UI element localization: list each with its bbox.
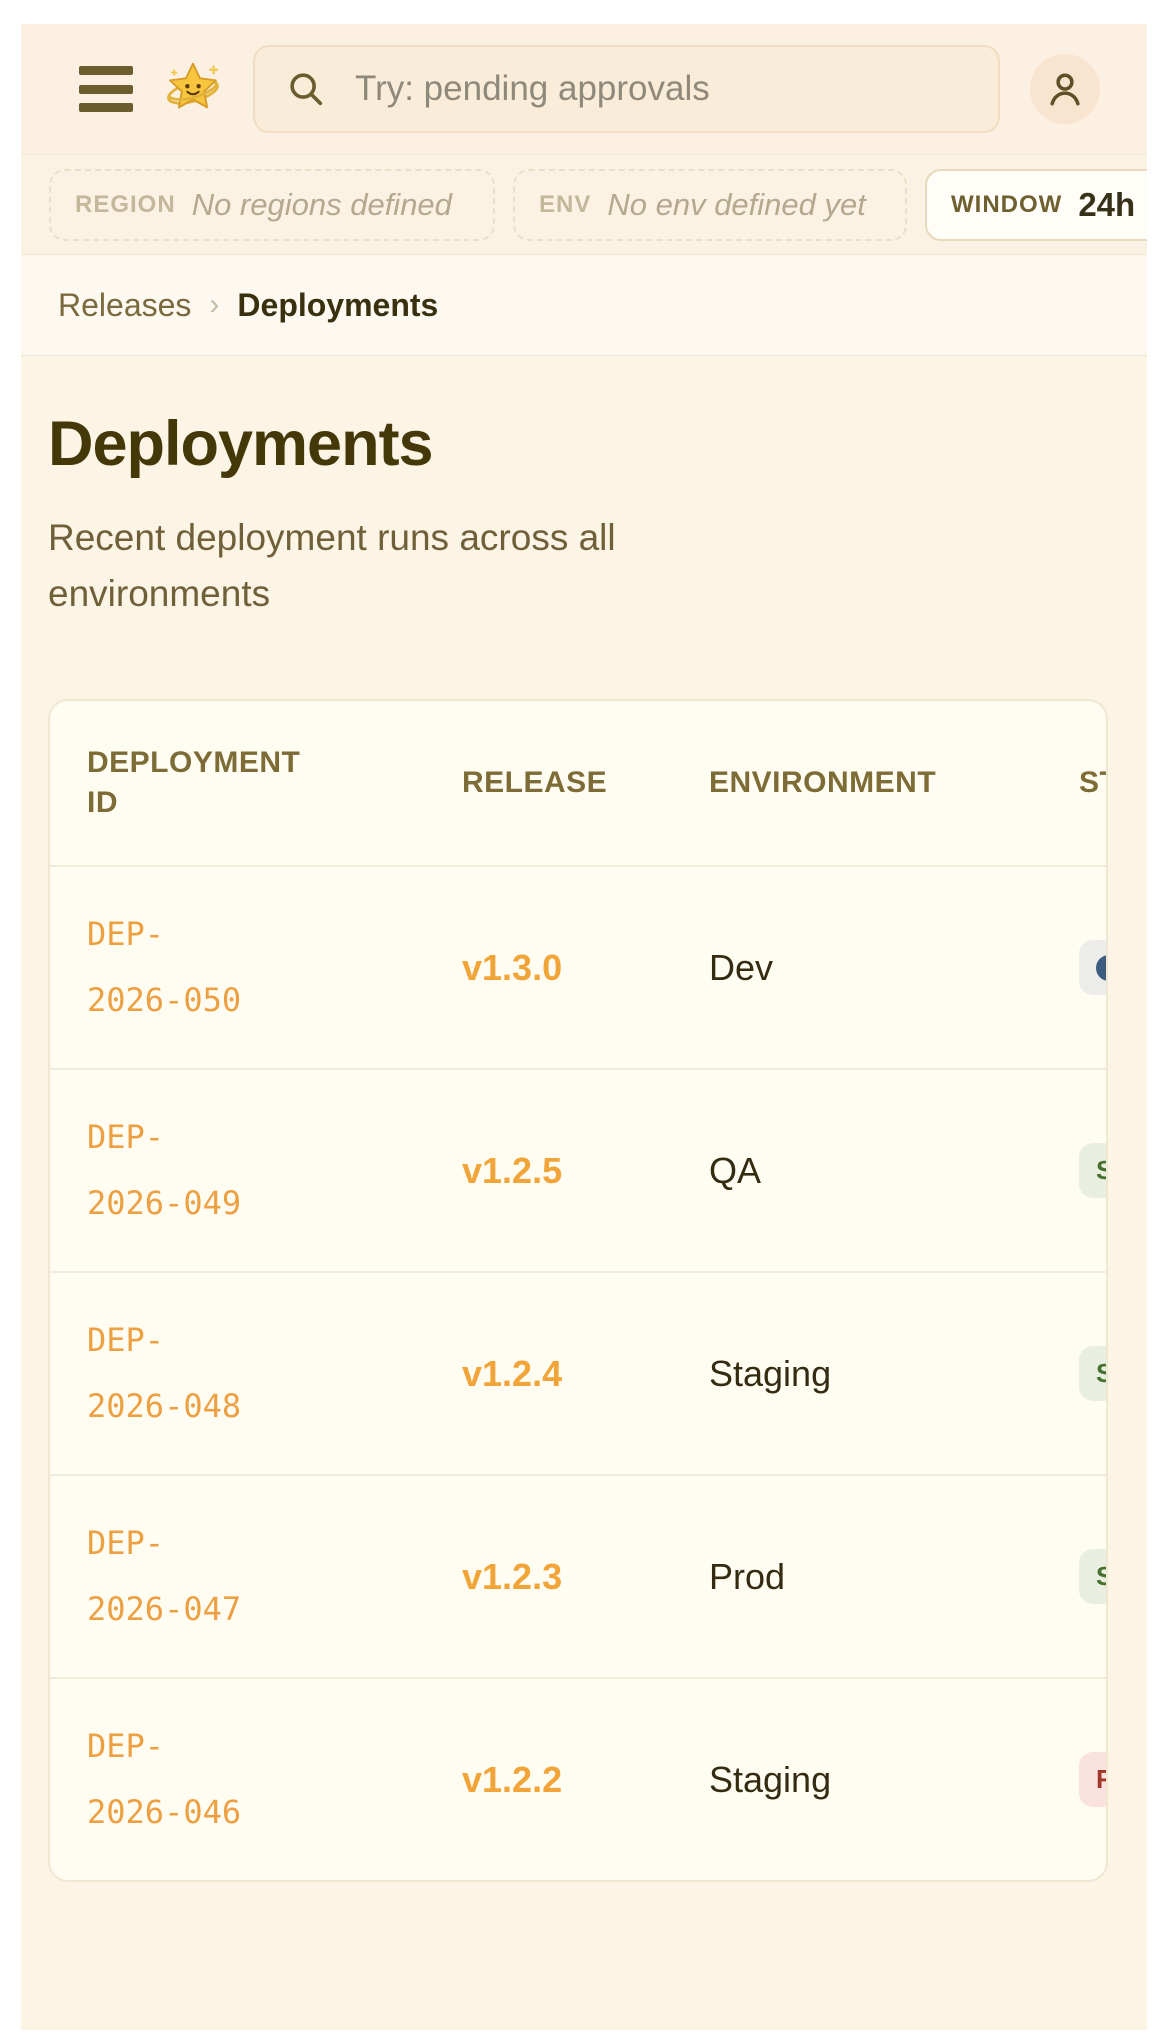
user-icon [1043, 67, 1087, 111]
window-filter-dropdown[interactable]: WINDOW 24h [925, 169, 1147, 241]
status-badge: Failed [1079, 1752, 1108, 1807]
column-header-status: STATUS [1079, 766, 1108, 800]
release-value: v1.2.5 [462, 1150, 709, 1192]
table-row[interactable]: DEP-2026-050 v1.3.0 Dev In progress [50, 865, 1108, 1068]
table-row[interactable]: DEP-2026-048 v1.2.4 Staging Success [50, 1271, 1108, 1474]
table-row[interactable]: DEP-2026-049 v1.2.5 QA Success [50, 1068, 1108, 1271]
region-filter-chip[interactable]: REGION No regions defined [49, 169, 495, 241]
deployment-id-link[interactable]: DEP-2026-046 [87, 1714, 249, 1845]
table-row[interactable]: DEP-2026-046 v1.2.2 Staging Failed [50, 1677, 1108, 1880]
menu-icon[interactable] [79, 66, 133, 112]
region-filter-value: No regions defined [192, 187, 452, 223]
window-filter-label: WINDOW [951, 191, 1062, 219]
env-filter-chip[interactable]: ENV No env defined yet [513, 169, 907, 241]
environment-value: QA [709, 1150, 1079, 1192]
breadcrumb-separator-icon: › [209, 288, 219, 322]
breadcrumb-current-deployments: Deployments [237, 287, 438, 324]
release-value: v1.2.4 [462, 1353, 709, 1395]
window-filter-value: 24h [1078, 186, 1135, 224]
top-bar [21, 24, 1147, 155]
status-label: Success [1096, 1358, 1108, 1389]
main-content: Deployments Recent deployment runs acros… [21, 356, 1147, 1882]
release-value: v1.3.0 [462, 947, 709, 989]
environment-value: Staging [709, 1353, 1079, 1395]
deployments-table: DEPLOYMENT ID RELEASE ENVIRONMENT STATUS… [50, 701, 1108, 1880]
status-label: Success [1096, 1561, 1108, 1592]
column-header-deployment-id: DEPLOYMENT ID [87, 743, 317, 824]
table-row[interactable]: DEP-2026-047 v1.2.3 Prod Success [50, 1474, 1108, 1677]
environment-value: Staging [709, 1759, 1079, 1801]
search-input[interactable] [353, 68, 968, 110]
status-badge: Success [1079, 1549, 1108, 1604]
breadcrumb: Releases › Deployments [21, 255, 1147, 356]
deployment-id-link[interactable]: DEP-2026-050 [87, 902, 249, 1033]
status-badge: In progress [1079, 940, 1108, 995]
avatar-button[interactable] [1030, 54, 1100, 124]
release-value: v1.2.2 [462, 1759, 709, 1801]
column-header-release: RELEASE [462, 766, 709, 800]
filter-bar: REGION No regions defined ENV No env def… [21, 155, 1147, 255]
status-badge: Success [1079, 1346, 1108, 1401]
env-filter-label: ENV [539, 191, 591, 219]
deployment-id-link[interactable]: DEP-2026-047 [87, 1511, 249, 1642]
deployment-id-link[interactable]: DEP-2026-049 [87, 1105, 249, 1236]
app-screen: REGION No regions defined ENV No env def… [21, 24, 1147, 2030]
deployments-table-card[interactable]: DEPLOYMENT ID RELEASE ENVIRONMENT STATUS… [48, 699, 1108, 1882]
progress-dot-icon [1096, 955, 1108, 981]
release-value: v1.2.3 [462, 1556, 709, 1598]
star-logo-icon[interactable] [163, 59, 223, 119]
region-filter-label: REGION [75, 191, 176, 219]
env-filter-value: No env defined yet [607, 187, 866, 223]
search-icon [285, 68, 327, 110]
environment-value: Prod [709, 1556, 1079, 1598]
page-title: Deployments [48, 408, 1147, 480]
status-label: Success [1096, 1155, 1108, 1186]
column-header-environment: ENVIRONMENT [709, 766, 1079, 800]
status-badge: Success [1079, 1143, 1108, 1198]
page-subtitle: Recent deployment runs across all enviro… [48, 510, 738, 621]
deployment-id-link[interactable]: DEP-2026-048 [87, 1308, 249, 1439]
breadcrumb-link-releases[interactable]: Releases [58, 287, 191, 324]
search-bar [253, 45, 1000, 133]
table-header-row: DEPLOYMENT ID RELEASE ENVIRONMENT STATUS [50, 701, 1108, 865]
status-label: Failed [1096, 1764, 1108, 1795]
environment-value: Dev [709, 947, 1079, 989]
